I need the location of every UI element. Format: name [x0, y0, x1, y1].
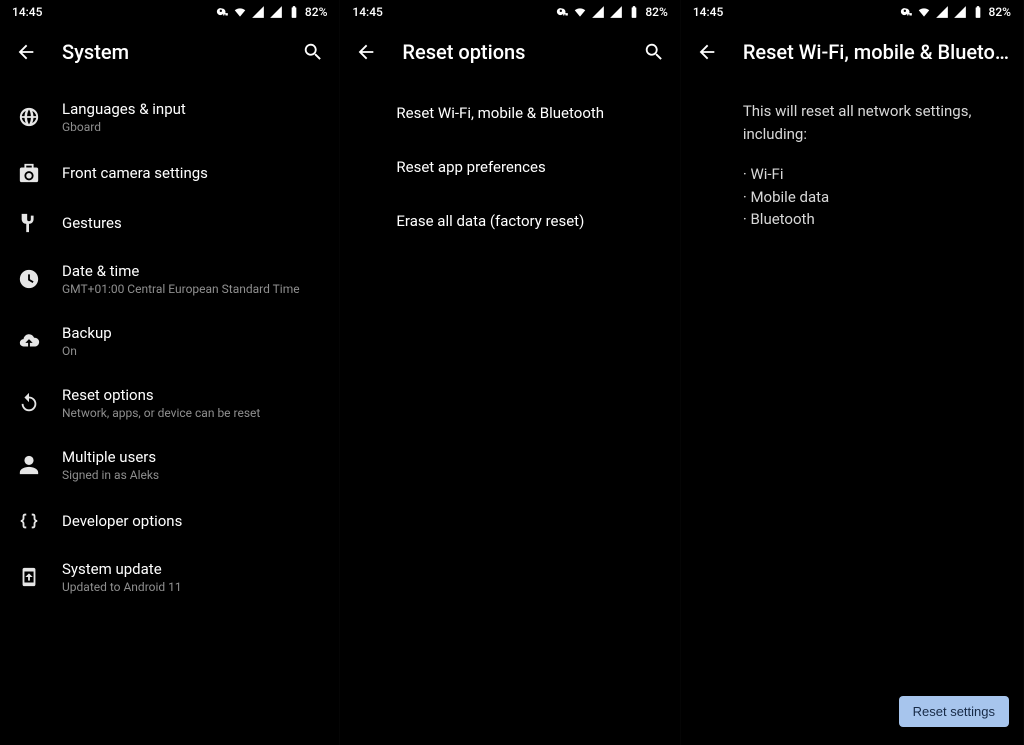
page-title: Reset Wi-Fi, mobile & Blueto…: [743, 40, 1009, 64]
reset-option-item[interactable]: Erase all data (factory reset): [340, 194, 679, 248]
arrow-back-icon: [15, 41, 37, 63]
item-title: System update: [62, 560, 321, 578]
reset-bullet: Wi-Fi: [743, 163, 1005, 186]
gesture-icon: [18, 212, 62, 234]
item-subtitle: Gboard: [62, 120, 321, 134]
page-title: Reset options: [402, 40, 633, 64]
reset-icon: [18, 392, 62, 414]
item-title: Date & time: [62, 262, 321, 280]
item-title: Multiple users: [62, 448, 321, 466]
item-title: Reset options: [62, 386, 321, 404]
battery-percent: 82%: [989, 5, 1011, 19]
item-title: Reset Wi-Fi, mobile & Bluetooth: [396, 104, 604, 122]
settings-item[interactable]: ‍Date & time GMT+01:00 Central European S…: [0, 248, 339, 310]
battery-icon: [287, 5, 301, 19]
reset-description: This will reset all network settings, in…: [681, 80, 1023, 251]
backup-icon: [18, 330, 62, 352]
status-time: 14:45: [693, 5, 723, 19]
settings-item[interactable]: Reset options Network, apps, or device ca…: [0, 372, 339, 434]
status-icons: 82%: [555, 5, 667, 19]
battery-icon: [627, 5, 641, 19]
arrow-back-icon: [355, 41, 377, 63]
settings-item[interactable]: Front camera settings: [0, 148, 339, 198]
signal-2-icon: [953, 5, 967, 19]
reset-options-list: Reset Wi-Fi, mobile & Bluetooth Reset app…: [340, 80, 679, 745]
item-title: Reset app preferences: [396, 158, 545, 176]
settings-item[interactable]: System update Updated to Android 11: [0, 546, 339, 608]
signal-2-icon: [269, 5, 283, 19]
braces-icon: [18, 510, 62, 532]
back-button[interactable]: [14, 40, 38, 64]
item-title: Languages & input: [62, 100, 321, 118]
wifi-icon: [573, 5, 587, 19]
signal-1-icon: [251, 5, 265, 19]
reset-bullet-list: Wi-FiMobile dataBluetooth: [743, 163, 1005, 231]
reset-option-item[interactable]: Reset Wi-Fi, mobile & Bluetooth: [340, 86, 679, 140]
vpn-key-icon: [899, 5, 913, 19]
reset-intro: This will reset all network settings, in…: [743, 100, 1005, 145]
update-icon: [18, 566, 62, 588]
item-title: Front camera settings: [62, 164, 321, 182]
status-icons: 82%: [899, 5, 1011, 19]
vpn-key-icon: [555, 5, 569, 19]
app-bar: Reset options: [340, 24, 679, 80]
phone-screen-reset-network: 14:45 82% Reset Wi-Fi, mobile & Blueto… …: [681, 0, 1024, 745]
item-subtitle: Signed in as Aleks: [62, 468, 321, 482]
status-icons: 82%: [215, 5, 327, 19]
battery-icon: [971, 5, 985, 19]
battery-percent: 82%: [305, 5, 327, 19]
app-bar: System: [0, 24, 339, 80]
wifi-icon: [233, 5, 247, 19]
status-time: 14:45: [352, 5, 382, 19]
status-time: 14:45: [12, 5, 42, 19]
item-title: Developer options: [62, 512, 321, 530]
reset-bullet: Mobile data: [743, 186, 1005, 209]
search-button[interactable]: [642, 40, 666, 64]
arrow-back-icon: [696, 41, 718, 63]
phone-screen-system: 14:45 82% System Languages & input Gboard…: [0, 0, 340, 745]
settings-item[interactable]: Multiple users Signed in as Aleks: [0, 434, 339, 496]
settings-list: Languages & input Gboard Front camera sett…: [0, 80, 339, 745]
signal-1-icon: [935, 5, 949, 19]
item-title: Backup: [62, 324, 321, 342]
globe-icon: [18, 106, 62, 128]
status-bar: 14:45 82%: [681, 0, 1023, 24]
status-bar: 14:45 82%: [0, 0, 339, 24]
settings-item[interactable]: Developer options: [0, 496, 339, 546]
vpn-key-icon: [215, 5, 229, 19]
phone-screen-reset-options: 14:45 82% Reset options Reset Wi-Fi, mob…: [340, 0, 680, 745]
reset-bullet: Bluetooth: [743, 208, 1005, 231]
item-title: Gestures: [62, 214, 321, 232]
user-icon: [18, 454, 62, 476]
back-button[interactable]: [695, 40, 719, 64]
settings-item[interactable]: Gestures: [0, 198, 339, 248]
search-icon: [302, 41, 324, 63]
reset-settings-button[interactable]: Reset settings: [899, 696, 1009, 727]
camera-icon: [18, 162, 62, 184]
battery-percent: 82%: [645, 5, 667, 19]
item-subtitle: On: [62, 344, 321, 358]
search-icon: [643, 41, 665, 63]
item-subtitle: Updated to Android 11: [62, 580, 321, 594]
search-button[interactable]: [301, 40, 325, 64]
item-subtitle: Network, apps, or device can be reset: [62, 406, 321, 420]
status-bar: 14:45 82%: [340, 0, 679, 24]
reset-option-item[interactable]: Reset app preferences: [340, 140, 679, 194]
clock-icon: ‍: [18, 268, 62, 290]
signal-2-icon: [609, 5, 623, 19]
back-button[interactable]: [354, 40, 378, 64]
item-title: Erase all data (factory reset): [396, 212, 584, 230]
settings-item[interactable]: Backup On: [0, 310, 339, 372]
page-title: System: [62, 40, 293, 64]
app-bar: Reset Wi-Fi, mobile & Blueto…: [681, 24, 1023, 80]
wifi-icon: [917, 5, 931, 19]
settings-item[interactable]: Languages & input Gboard: [0, 86, 339, 148]
item-subtitle: GMT+01:00 Central European Standard Time: [62, 282, 321, 296]
signal-1-icon: [591, 5, 605, 19]
